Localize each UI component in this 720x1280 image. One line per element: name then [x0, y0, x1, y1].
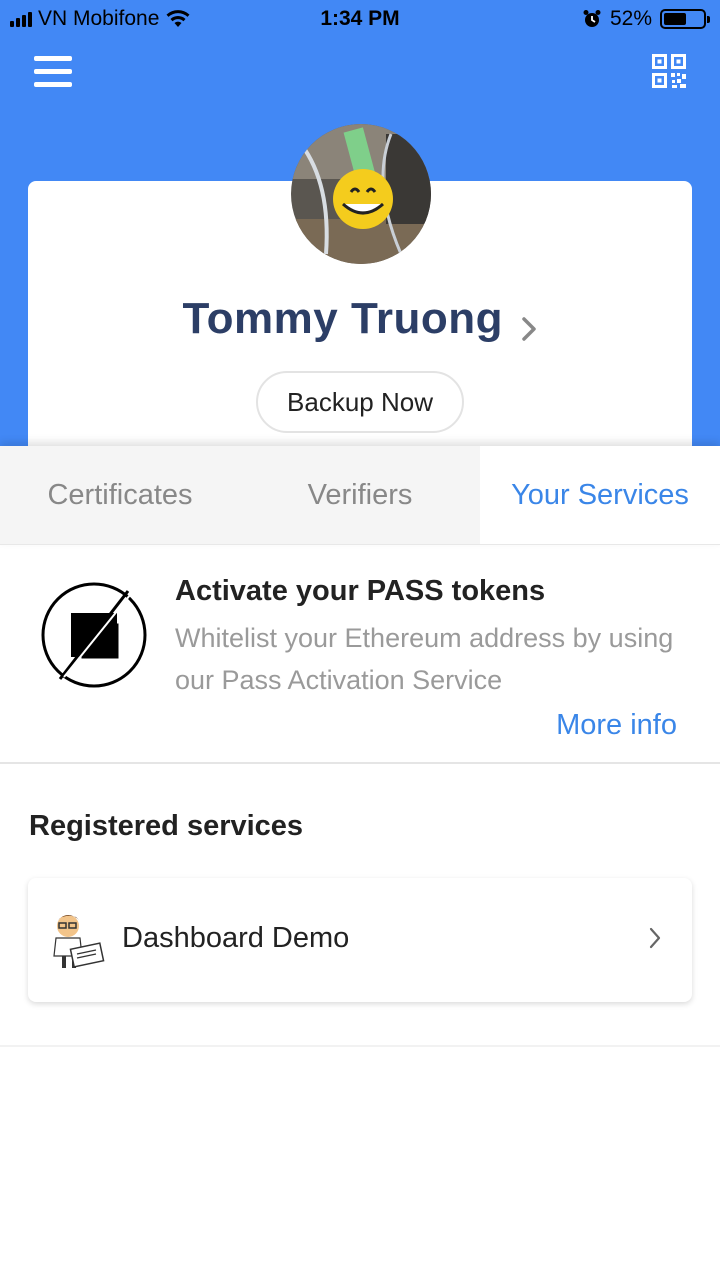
status-bar: VN Mobifone 1:34 PM 52%	[0, 0, 720, 40]
tab-certificates[interactable]: Certificates	[0, 446, 240, 544]
chevron-right-icon	[522, 317, 537, 341]
registered-services-heading: Registered services	[29, 810, 304, 842]
backup-now-button[interactable]: Backup Now	[256, 371, 464, 433]
qr-code-icon[interactable]	[652, 54, 686, 88]
profile-name[interactable]: Tommy Truong	[183, 294, 504, 343]
tab-bar: Certificates Verifiers Your Services	[0, 446, 720, 545]
alarm-icon	[583, 10, 601, 27]
battery-percent: 52%	[609, 7, 652, 30]
activate-title: Activate your PASS tokens	[175, 575, 546, 607]
profile-avatar[interactable]	[291, 124, 431, 264]
tab-your-services[interactable]: Your Services	[480, 446, 720, 544]
hamburger-menu-icon[interactable]	[34, 56, 72, 88]
pass-token-icon	[41, 582, 147, 688]
more-info-link[interactable]: More info	[556, 709, 677, 742]
tab-verifiers[interactable]: Verifiers	[240, 446, 480, 544]
dashboard-demo-logo-icon	[53, 915, 105, 968]
profile-name-row[interactable]: Tommy Truong	[0, 294, 720, 344]
chevron-right-icon	[649, 927, 661, 949]
divider	[0, 1045, 720, 1047]
activate-pass-section: Activate your PASS tokens Whitelist your…	[0, 545, 720, 764]
service-list-item[interactable]: Dashboard Demo	[28, 878, 692, 1002]
service-name: Dashboard Demo	[122, 922, 350, 954]
battery-icon	[660, 9, 710, 29]
activate-description: Whitelist your Ethereum address by using…	[175, 623, 674, 695]
